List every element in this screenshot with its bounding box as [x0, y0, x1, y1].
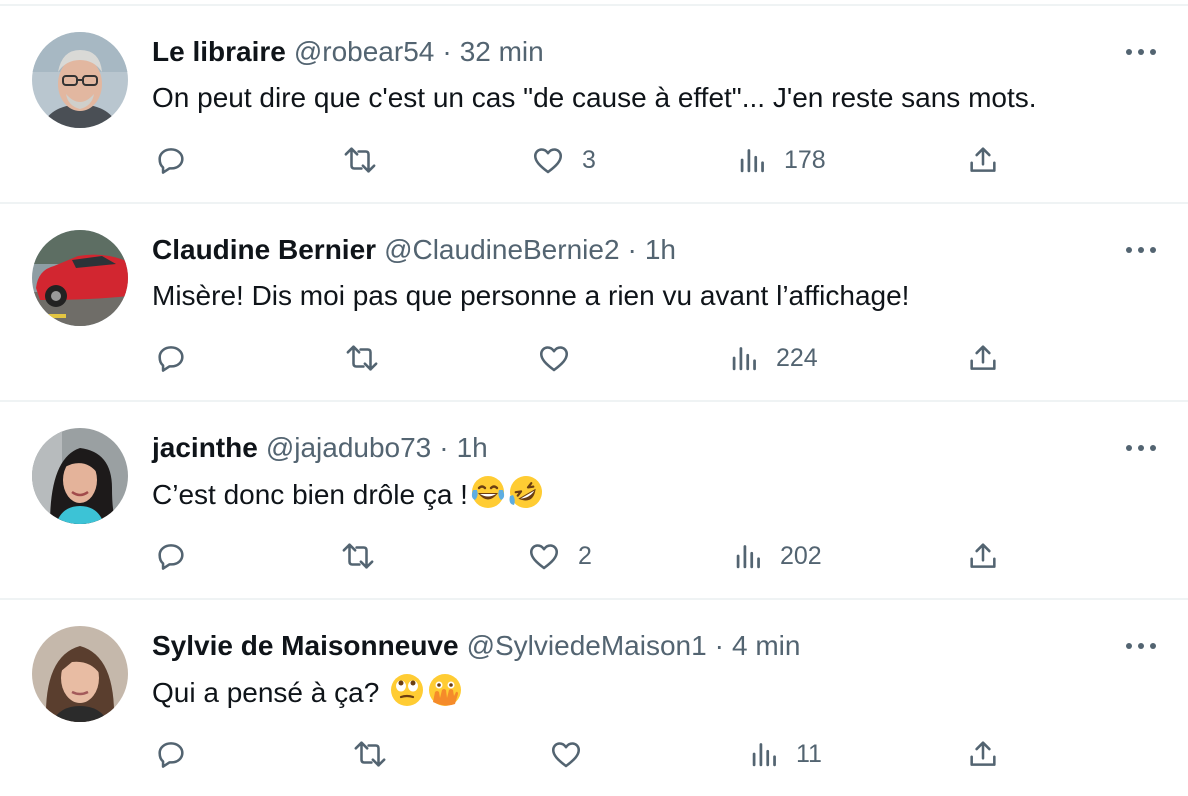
- retweet-button[interactable]: [340, 140, 380, 180]
- views-icon: [732, 347, 756, 371]
- separator-dot: ·: [627, 234, 637, 265]
- more-icon: [1126, 247, 1156, 253]
- tweet-text: C’est donc bien drôle ça !: [152, 474, 544, 515]
- share-button[interactable]: [966, 338, 1000, 378]
- separator-dot: ·: [442, 36, 452, 67]
- share-button[interactable]: [966, 140, 1000, 180]
- share-icon: [970, 345, 996, 370]
- tweet-header: jacinthe @jajadubo73 · 1h: [152, 428, 488, 468]
- views-button[interactable]: 224: [730, 338, 818, 378]
- like-button[interactable]: [548, 734, 600, 774]
- views-icon: [752, 743, 776, 767]
- timestamp[interactable]: 1h: [457, 432, 488, 463]
- heart-icon: [533, 148, 563, 174]
- author-name[interactable]: Sylvie de Maisonneuve: [152, 630, 459, 661]
- tweet-header: Le libraire @robear54 · 32 min: [152, 32, 544, 72]
- author-handle[interactable]: @ClaudineBernie2: [384, 234, 619, 265]
- share-button[interactable]: [966, 536, 1000, 576]
- author-name[interactable]: Claudine Bernier: [152, 234, 376, 265]
- tweet-text: On peut dire que c'est un cas "de cause …: [152, 78, 1037, 118]
- avatar[interactable]: [32, 32, 128, 128]
- author-name[interactable]: Le libraire: [152, 36, 286, 67]
- reply-button[interactable]: [154, 338, 188, 378]
- avatar[interactable]: [32, 428, 128, 524]
- like-button[interactable]: 3: [530, 140, 596, 180]
- author-handle[interactable]: @robear54: [294, 36, 435, 67]
- face-with-tears-of-joy-icon: [470, 474, 506, 510]
- tweet-text-content: Qui a pensé à ça?: [152, 677, 380, 708]
- like-button[interactable]: [536, 338, 588, 378]
- tweet-text-content: Misère! Dis moi pas que personne a rien …: [152, 280, 910, 311]
- share-button[interactable]: [966, 734, 1000, 774]
- tweet[interactable]: Claudine Bernier @ClaudineBernie2 · 1h Misè…: [0, 202, 1188, 400]
- reply-button[interactable]: [154, 140, 188, 180]
- retweet-icon: [342, 543, 374, 569]
- reply-icon: [158, 148, 184, 174]
- avatar[interactable]: [32, 230, 128, 326]
- tweet-header: Claudine Bernier @ClaudineBernie2 · 1h: [152, 230, 676, 270]
- separator-dot: ·: [714, 630, 724, 661]
- retweet-icon: [354, 741, 386, 767]
- views-button[interactable]: 202: [734, 536, 822, 576]
- more-button[interactable]: [1124, 42, 1158, 62]
- retweet-icon: [346, 345, 378, 371]
- timestamp[interactable]: 1h: [645, 234, 676, 265]
- retweet-icon: [344, 147, 376, 173]
- reply-button[interactable]: [154, 734, 188, 774]
- face-with-rolling-eyes-icon: [389, 672, 425, 708]
- views-button[interactable]: 11: [750, 734, 822, 774]
- separator-dot: ·: [439, 432, 449, 463]
- share-icon: [970, 543, 996, 568]
- more-icon: [1126, 49, 1156, 55]
- author-name[interactable]: jacinthe: [152, 432, 258, 463]
- more-button[interactable]: [1124, 240, 1158, 260]
- heart-icon: [539, 346, 569, 372]
- view-count: 202: [780, 541, 822, 570]
- like-button[interactable]: 2: [526, 536, 592, 576]
- timestamp[interactable]: 32 min: [460, 36, 544, 67]
- view-count: 178: [784, 145, 826, 174]
- heart-icon: [529, 544, 559, 570]
- view-count: 224: [776, 343, 818, 372]
- views-icon: [740, 149, 764, 173]
- views-button[interactable]: 178: [738, 140, 826, 180]
- like-count: 3: [582, 145, 596, 174]
- author-handle[interactable]: @SylviedeMaison1: [467, 630, 707, 661]
- retweet-button[interactable]: [350, 734, 390, 774]
- face-with-open-eyes-and-hand-over-mouth-icon: [427, 672, 463, 708]
- tweet-text: Qui a pensé à ça?: [152, 672, 463, 713]
- tweet[interactable]: Le libraire @robear54 · 32 min On peut dire…: [0, 4, 1188, 202]
- reply-icon: [158, 544, 184, 570]
- more-button[interactable]: [1124, 636, 1158, 656]
- tweet[interactable]: jacinthe @jajadubo73 · 1h C’est donc bien d…: [0, 400, 1188, 598]
- retweet-button[interactable]: [342, 338, 382, 378]
- tweet-text-content: C’est donc bien drôle ça !: [152, 479, 468, 510]
- tweet-header: Sylvie de Maisonneuve @SylviedeMaison1 · 4 …: [152, 626, 800, 666]
- reply-button[interactable]: [154, 536, 188, 576]
- avatar[interactable]: [32, 626, 128, 722]
- tweet-text: Misère! Dis moi pas que personne a rien …: [152, 276, 909, 316]
- like-count: 2: [578, 541, 592, 570]
- reply-icon: [158, 742, 184, 768]
- tweet[interactable]: Sylvie de Maisonneuve @SylviedeMaison1 · 4 …: [0, 598, 1188, 796]
- share-icon: [970, 741, 996, 766]
- rolling-on-the-floor-laughing-icon: [508, 474, 544, 510]
- heart-icon: [551, 742, 581, 768]
- more-icon: [1126, 643, 1156, 649]
- more-icon: [1126, 445, 1156, 451]
- tweet-text-content: On peut dire que c'est un cas "de cause …: [152, 82, 1037, 113]
- timestamp[interactable]: 4 min: [732, 630, 800, 661]
- more-button[interactable]: [1124, 438, 1158, 458]
- view-count: 11: [796, 739, 822, 768]
- views-icon: [736, 545, 760, 569]
- reply-feed: Le libraire @robear54 · 32 min On peut dire…: [0, 0, 1188, 788]
- reply-icon: [158, 346, 184, 372]
- share-icon: [970, 147, 996, 172]
- retweet-button[interactable]: [338, 536, 378, 576]
- author-handle[interactable]: @jajadubo73: [266, 432, 431, 463]
